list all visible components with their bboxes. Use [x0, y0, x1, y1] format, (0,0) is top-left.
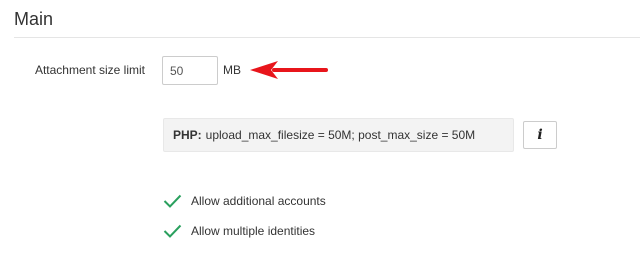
option-allow-multiple-identities[interactable]: Allow multiple identities [163, 222, 315, 240]
annotation-arrow-icon [250, 61, 328, 79]
attachment-size-label: Attachment size limit [34, 63, 145, 77]
info-icon: i [537, 127, 543, 143]
section-title: Main [14, 9, 54, 29]
option-label: Allow multiple identities [191, 224, 316, 238]
checkmark-icon [163, 224, 182, 238]
checkmark-icon [163, 194, 182, 208]
option-allow-additional-accounts[interactable]: Allow additional accounts [163, 192, 326, 210]
section-divider [14, 37, 640, 38]
php-label: PHP: [173, 128, 202, 142]
php-limits-notice: PHP: upload_max_filesize = 50M; post_max… [163, 118, 514, 152]
info-button[interactable]: i [523, 121, 557, 149]
attachment-size-unit: MB [223, 63, 241, 77]
php-limits-text: upload_max_filesize = 50M; post_max_size… [205, 128, 476, 142]
option-label: Allow additional accounts [191, 194, 326, 208]
attachment-size-input[interactable] [162, 56, 218, 85]
